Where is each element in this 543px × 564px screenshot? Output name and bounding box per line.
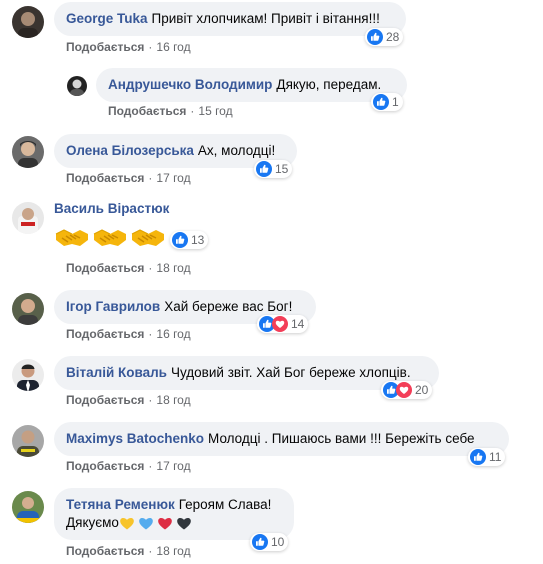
avatar[interactable] <box>12 293 44 325</box>
emoji-row <box>54 226 166 252</box>
reaction-count: 11 <box>489 450 502 464</box>
comment-text: Чудовий звіт. Хай Бог береже хлопців. <box>171 365 411 380</box>
timestamp[interactable]: 17 год <box>156 459 190 473</box>
comment-bubble: George Tuka Привіт хлопчикам! Привіт і ві… <box>54 2 406 36</box>
comment-text: Привіт хлопчикам! Привіт і вітання!!! <box>151 11 380 26</box>
comment-meta: Подобається · 17 год <box>66 171 191 185</box>
red-heart-emoji <box>157 515 173 531</box>
comment-text: Дякую, передам. <box>276 77 382 92</box>
like-icon <box>252 534 268 550</box>
like-icon <box>172 232 188 248</box>
reaction-summary[interactable]: 13 <box>170 231 209 249</box>
avatar[interactable] <box>12 491 44 523</box>
comment-text: Молодці . Пишаюсь вами !!! Бережіть себе <box>208 431 475 446</box>
reaction-count: 1 <box>392 95 399 109</box>
reaction-count: 13 <box>191 233 205 247</box>
like-button[interactable]: Подобається <box>66 40 144 54</box>
comment-author[interactable]: Андрушечко Володимир <box>108 77 272 92</box>
comment-meta: Подобається · 16 год <box>66 327 191 341</box>
separator: · <box>148 459 153 473</box>
black-heart-emoji <box>176 515 192 531</box>
separator: · <box>148 261 153 275</box>
timestamp[interactable]: 15 год <box>198 104 232 118</box>
reaction-count: 14 <box>291 317 305 331</box>
separator: · <box>190 104 195 118</box>
timestamp[interactable]: 18 год <box>156 544 190 558</box>
comment-author[interactable]: George Tuka <box>66 11 148 26</box>
like-button[interactable]: Подобається <box>66 171 144 185</box>
comment-author[interactable]: Олена Білозерська <box>66 143 194 158</box>
timestamp[interactable]: 18 год <box>156 261 190 275</box>
reaction-summary[interactable]: 20 <box>381 381 433 399</box>
comment-meta: Подобається · 15 год <box>108 104 233 118</box>
avatar[interactable] <box>12 6 44 38</box>
comment-author[interactable]: Віталій Коваль <box>66 365 167 380</box>
comment-text: Хай береже вас Бог! <box>164 299 293 314</box>
timestamp[interactable]: 16 год <box>156 327 190 341</box>
separator: · <box>148 327 153 341</box>
like-icon <box>470 449 486 465</box>
comment-text: Героям Слава! <box>178 497 272 512</box>
comment-meta: Подобається · 16 год <box>66 40 191 54</box>
like-button[interactable]: Подобається <box>66 261 144 275</box>
timestamp[interactable]: 16 год <box>156 40 190 54</box>
avatar[interactable] <box>12 202 44 234</box>
comment-meta: Подобається · 18 год <box>66 261 191 275</box>
reaction-summary[interactable]: 28 <box>365 28 404 46</box>
blue-heart-emoji <box>138 515 154 531</box>
handshake-emoji <box>130 226 166 250</box>
comment-author[interactable]: Maximys Batochenko <box>66 431 204 446</box>
comment-meta: Подобається · 18 год <box>66 544 191 558</box>
like-button[interactable]: Подобається <box>108 104 186 118</box>
like-icon <box>373 94 389 110</box>
comment-bubble: Василь Вірастюк <box>54 200 254 218</box>
separator: · <box>148 40 153 54</box>
reaction-summary[interactable]: 11 <box>468 448 506 466</box>
like-button[interactable]: Подобається <box>66 544 144 558</box>
comment-author[interactable]: Ігор Гаврилов <box>66 299 160 314</box>
avatar[interactable] <box>12 425 44 457</box>
reaction-count: 20 <box>415 383 429 397</box>
love-icon <box>272 316 288 332</box>
avatar[interactable] <box>12 359 44 391</box>
comment-text-line-2: Дякуємо <box>66 515 119 530</box>
avatar[interactable] <box>12 136 44 168</box>
love-icon <box>396 382 412 398</box>
comment-meta: Подобається · 17 год <box>66 459 191 473</box>
comment-meta: Подобається · 18 год <box>66 393 191 407</box>
like-icon <box>256 161 272 177</box>
reaction-summary[interactable]: 14 <box>257 315 309 333</box>
separator: · <box>148 393 153 407</box>
timestamp[interactable]: 17 год <box>156 171 190 185</box>
handshake-emoji <box>92 226 128 250</box>
comment-text: Ах, молодці! <box>197 143 276 158</box>
like-button[interactable]: Подобається <box>66 327 144 341</box>
timestamp[interactable]: 18 год <box>156 393 190 407</box>
like-button[interactable]: Подобається <box>66 459 144 473</box>
reaction-summary[interactable]: 10 <box>250 533 289 551</box>
reaction-summary[interactable]: 1 <box>371 93 403 111</box>
comment-bubble: Андрушечко Володимир Дякую, передам. <box>96 68 407 102</box>
like-button[interactable]: Подобається <box>66 393 144 407</box>
separator: · <box>148 171 153 185</box>
reaction-count: 28 <box>386 30 400 44</box>
comment-bubble: Maximys Batochenko Молодці . Пишаюсь вами… <box>54 422 509 456</box>
like-icon <box>367 29 383 45</box>
avatar[interactable] <box>67 76 87 96</box>
reaction-summary[interactable]: 15 <box>254 160 293 178</box>
handshake-emoji <box>54 226 90 250</box>
yellow-heart-emoji <box>119 515 135 531</box>
reaction-count: 15 <box>275 162 289 176</box>
comment-author[interactable]: Тетяна Ременюк <box>66 497 175 512</box>
separator: · <box>148 544 153 558</box>
comment-author[interactable]: Василь Вірастюк <box>54 201 169 216</box>
reaction-count: 10 <box>271 535 285 549</box>
